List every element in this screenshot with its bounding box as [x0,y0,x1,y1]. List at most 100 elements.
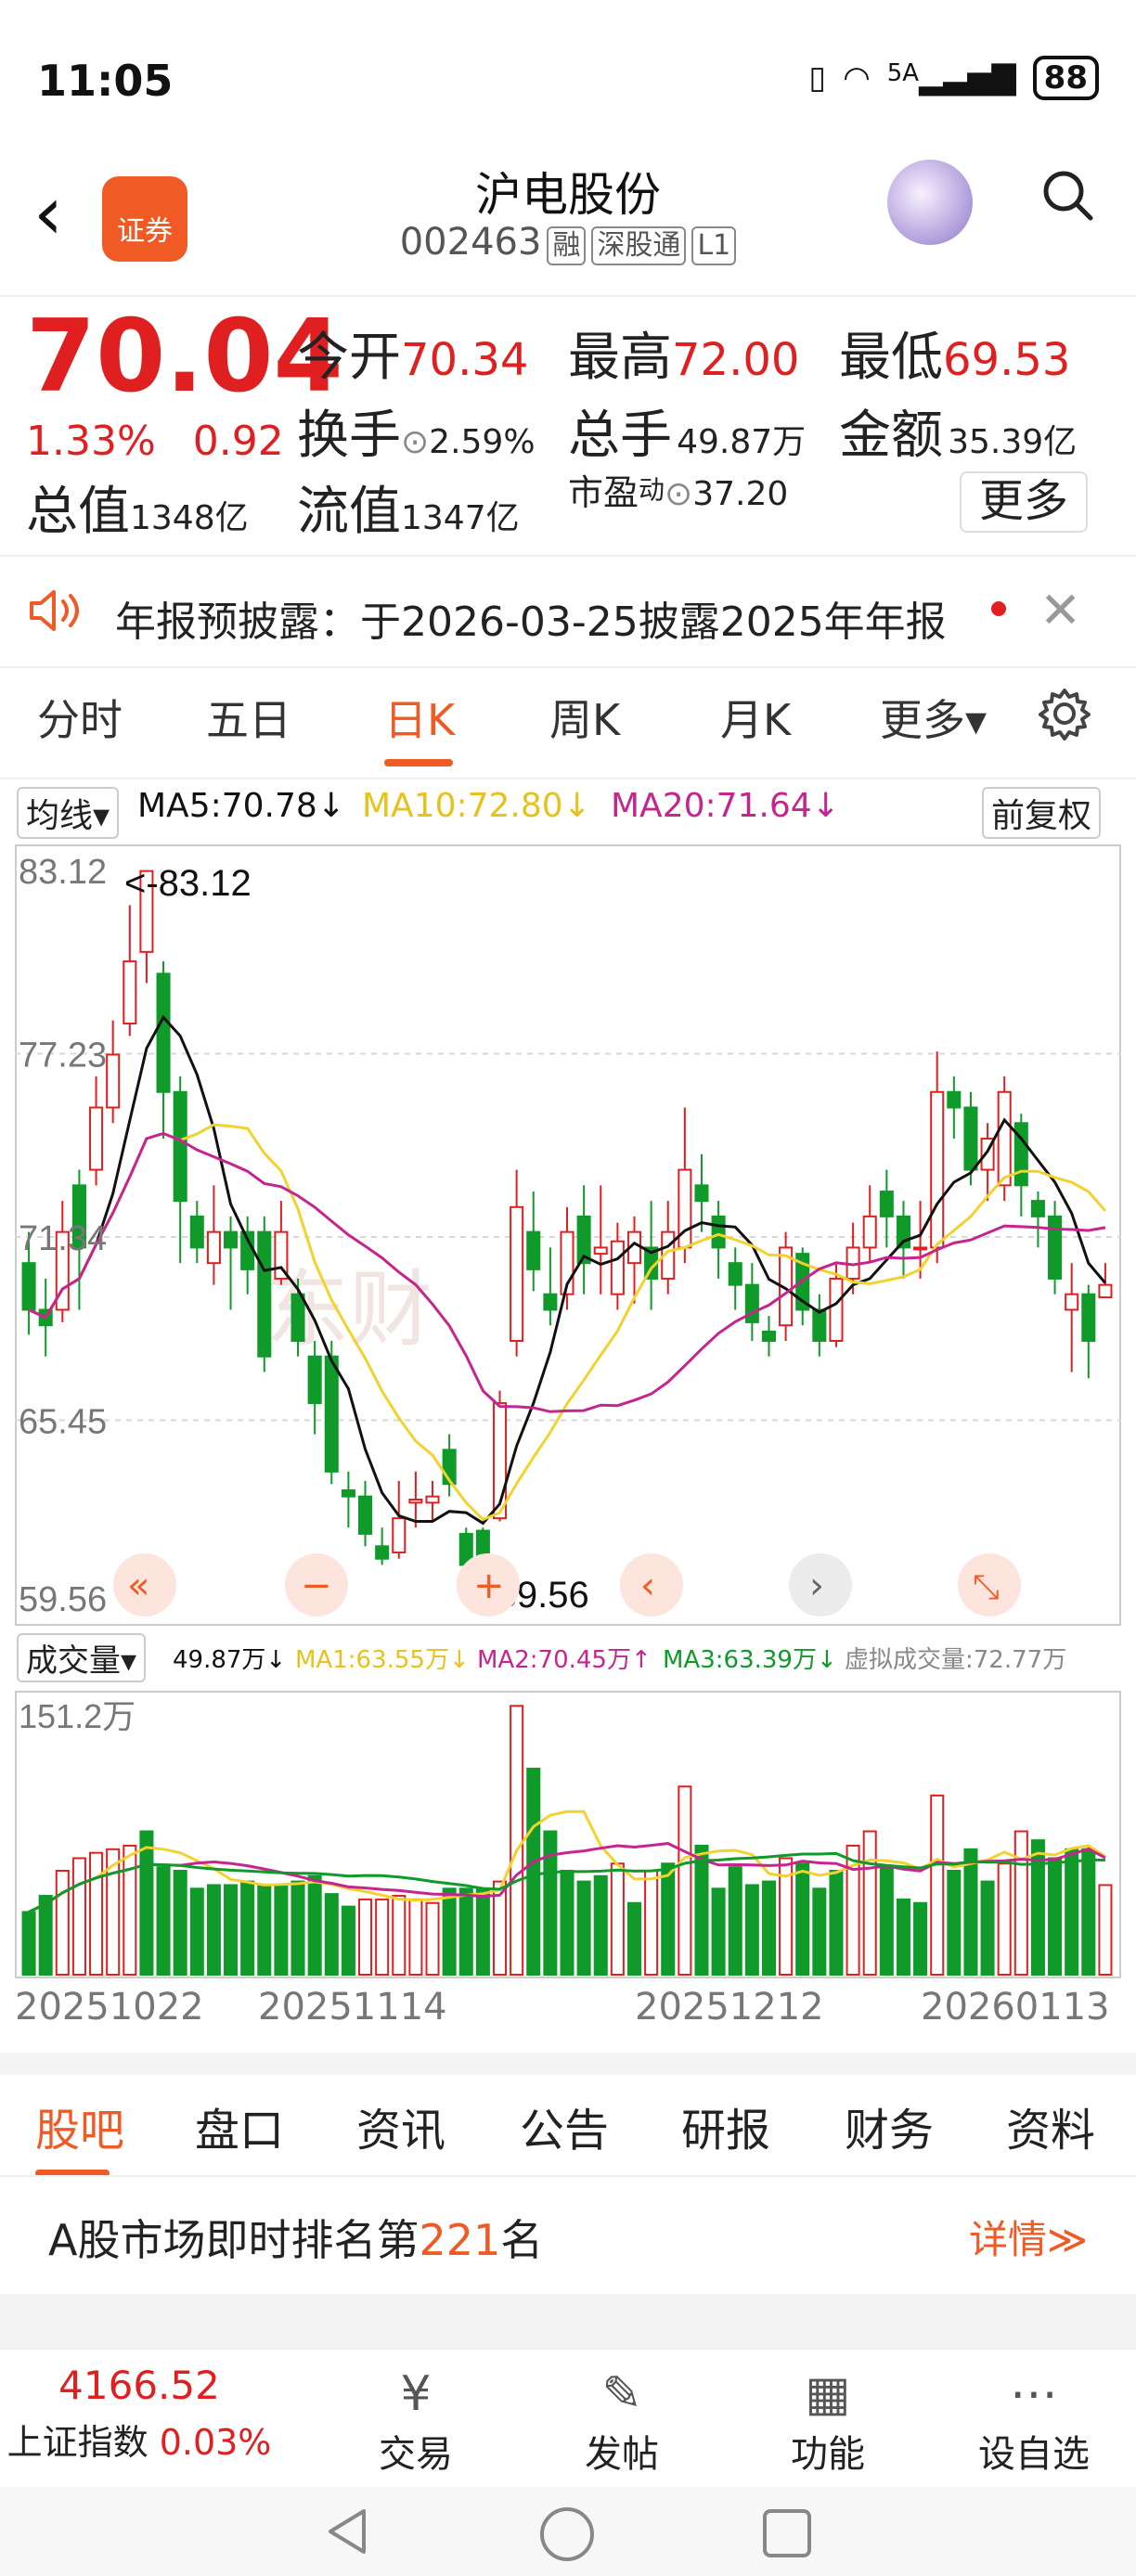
rank-detail-link[interactable]: 详情≫ [969,2209,1088,2265]
tab-profile[interactable]: 资料 [1006,2093,1095,2158]
volume-bar [139,1830,154,1976]
nav-back-icon[interactable] [321,2505,373,2557]
candle-body [694,1184,709,1203]
candle-body [610,1240,625,1295]
y-tick-label: 77.23 [19,1037,107,1075]
candle-body [408,1499,423,1504]
tag-connect: 深股通 [591,226,687,265]
nav-recents-icon[interactable] [761,2507,813,2559]
index-value: 4166.52 [58,2363,220,2408]
volume-bar [997,1862,1012,1977]
dots-icon: ⋯ [1010,2366,1058,2422]
open-value: 70.34 [401,334,529,386]
candle-body [913,1246,928,1251]
volume-bar [290,1880,305,1976]
tab-research[interactable]: 研报 [681,2093,770,2158]
adjust-button[interactable]: 前复权 [982,787,1102,839]
tag-margin: 融 [547,226,587,265]
tab-news[interactable]: 资讯 [356,2093,445,2158]
candle-body [375,1545,390,1560]
volume-bar [375,1898,390,1976]
tab-daily-k[interactable]: 日K [384,687,455,748]
system-nav-bar [0,2487,1136,2576]
y-tick-label: 65.45 [19,1403,107,1442]
trade-button[interactable]: ¥ 交易 [342,2364,490,2478]
index-widget[interactable]: 4166.52 上证指数 0.03% [0,2363,278,2465]
add-watchlist-button[interactable]: ⋯ 设自选 [960,2364,1108,2478]
turnover-value: 2.59% [429,423,536,461]
candle-body [862,1215,877,1249]
tab-announcements[interactable]: 公告 [520,2093,609,2158]
volume-bar [610,1862,625,1977]
volume-chart[interactable]: 151.2万 [15,1691,1121,1978]
indicator-selector[interactable]: 均线▾ [17,787,120,839]
candle-body [89,1106,104,1171]
vol-ma2: MA2:70.45万↑ [477,1646,652,1674]
candle-body [1065,1293,1079,1311]
volume-bar [744,1884,759,1976]
unread-dot [991,601,1006,616]
close-icon[interactable]: ✕ [1039,581,1081,639]
rank-number: 221 [419,2215,501,2265]
stock-code-row: 002463 融深股通 L1 [0,221,1136,265]
info-icon[interactable]: ⊙ [401,423,429,461]
tab-more[interactable]: 更多▾ [880,687,987,748]
wifi-icon: ◠ [843,59,871,97]
candle-body [526,1230,541,1270]
functions-button[interactable]: ▦ 功能 [754,2364,902,2478]
kline-chart[interactable]: 东财 83.1277.2371.3465.4559.56 <-83.12 <-5… [15,844,1121,1626]
tag-level: L1 [691,226,737,265]
high-field: 最高72.00 [568,316,799,391]
ma5-label: MA5:70.78↓ [137,787,345,825]
tab-forum[interactable]: 股吧 [35,2093,124,2158]
tab-five-day[interactable]: 五日 [206,687,291,748]
volume-selector[interactable]: 成交量▾ [17,1633,147,1682]
volume-bar [123,1844,137,1976]
gear-icon[interactable] [1038,687,1091,741]
candle-body [206,1230,221,1265]
more-quote-button[interactable]: 更多 [960,471,1088,533]
turnover-label: 换手 [297,406,401,466]
mktcap-field: 总值1348亿 [26,470,249,545]
tab-monthly-k[interactable]: 月K [720,687,791,748]
tab-intraday[interactable]: 分时 [37,687,123,748]
trade-label: 交易 [379,2433,453,2476]
volume-bar [896,1898,910,1976]
ma-legend: 均线▾ MA5:70.78↓ MA10:72.80↓ MA20:71.64↓ 前… [17,787,1121,839]
stock-code: 002463 [399,221,542,264]
assistant-avatar[interactable] [887,160,973,245]
date-tick: 20260113 [921,1986,1110,2029]
volume-value: 49.87万 [677,423,807,461]
volume-label: 总手 [568,406,672,466]
volume-bar [543,1830,558,1976]
volume-bar [240,1880,255,1976]
tab-weekly-k[interactable]: 周K [549,687,620,748]
candle-body [156,972,171,1093]
search-icon[interactable] [1039,167,1095,223]
candle-body [357,1495,373,1535]
y-tick-label: 59.56 [19,1580,107,1619]
section-gap [0,2294,1136,2350]
candle-body [510,1205,524,1342]
volume-bar [71,1857,86,1976]
candle-body [341,1488,355,1498]
date-tick: 20251212 [635,1986,824,2029]
nav-home-icon[interactable] [538,2505,596,2563]
date-axis: 20251022 20251114 20251212 20260113 [0,1986,1136,2051]
change-abs: 0.92 [192,418,284,465]
tab-financials[interactable]: 财务 [845,2093,934,2158]
pe-info-icon[interactable]: ⊙ [665,475,692,513]
rank-prefix: A股市场即时排名第 [48,2215,420,2265]
candle-body [392,1517,407,1554]
tab-orderbook[interactable]: 盘口 [195,2093,284,2158]
amount-label: 金额 [839,406,943,466]
fast-back-glyph: « [127,1565,149,1607]
info-tabs: 股吧 盘口 资讯 公告 研报 财务 资料 [0,2088,1136,2171]
volume-bar [694,1844,709,1976]
turnover-field: 换手⊙2.59% [297,393,536,469]
notice-text[interactable]: 年报预披露：于2026-03-25披露2025年年报 [115,588,947,648]
price-change: 1.33% 0.92 [26,418,321,465]
post-button[interactable]: ✎ 发帖 [548,2364,696,2478]
low-value: 69.53 [943,334,1071,386]
volume-bar [947,1869,962,1976]
